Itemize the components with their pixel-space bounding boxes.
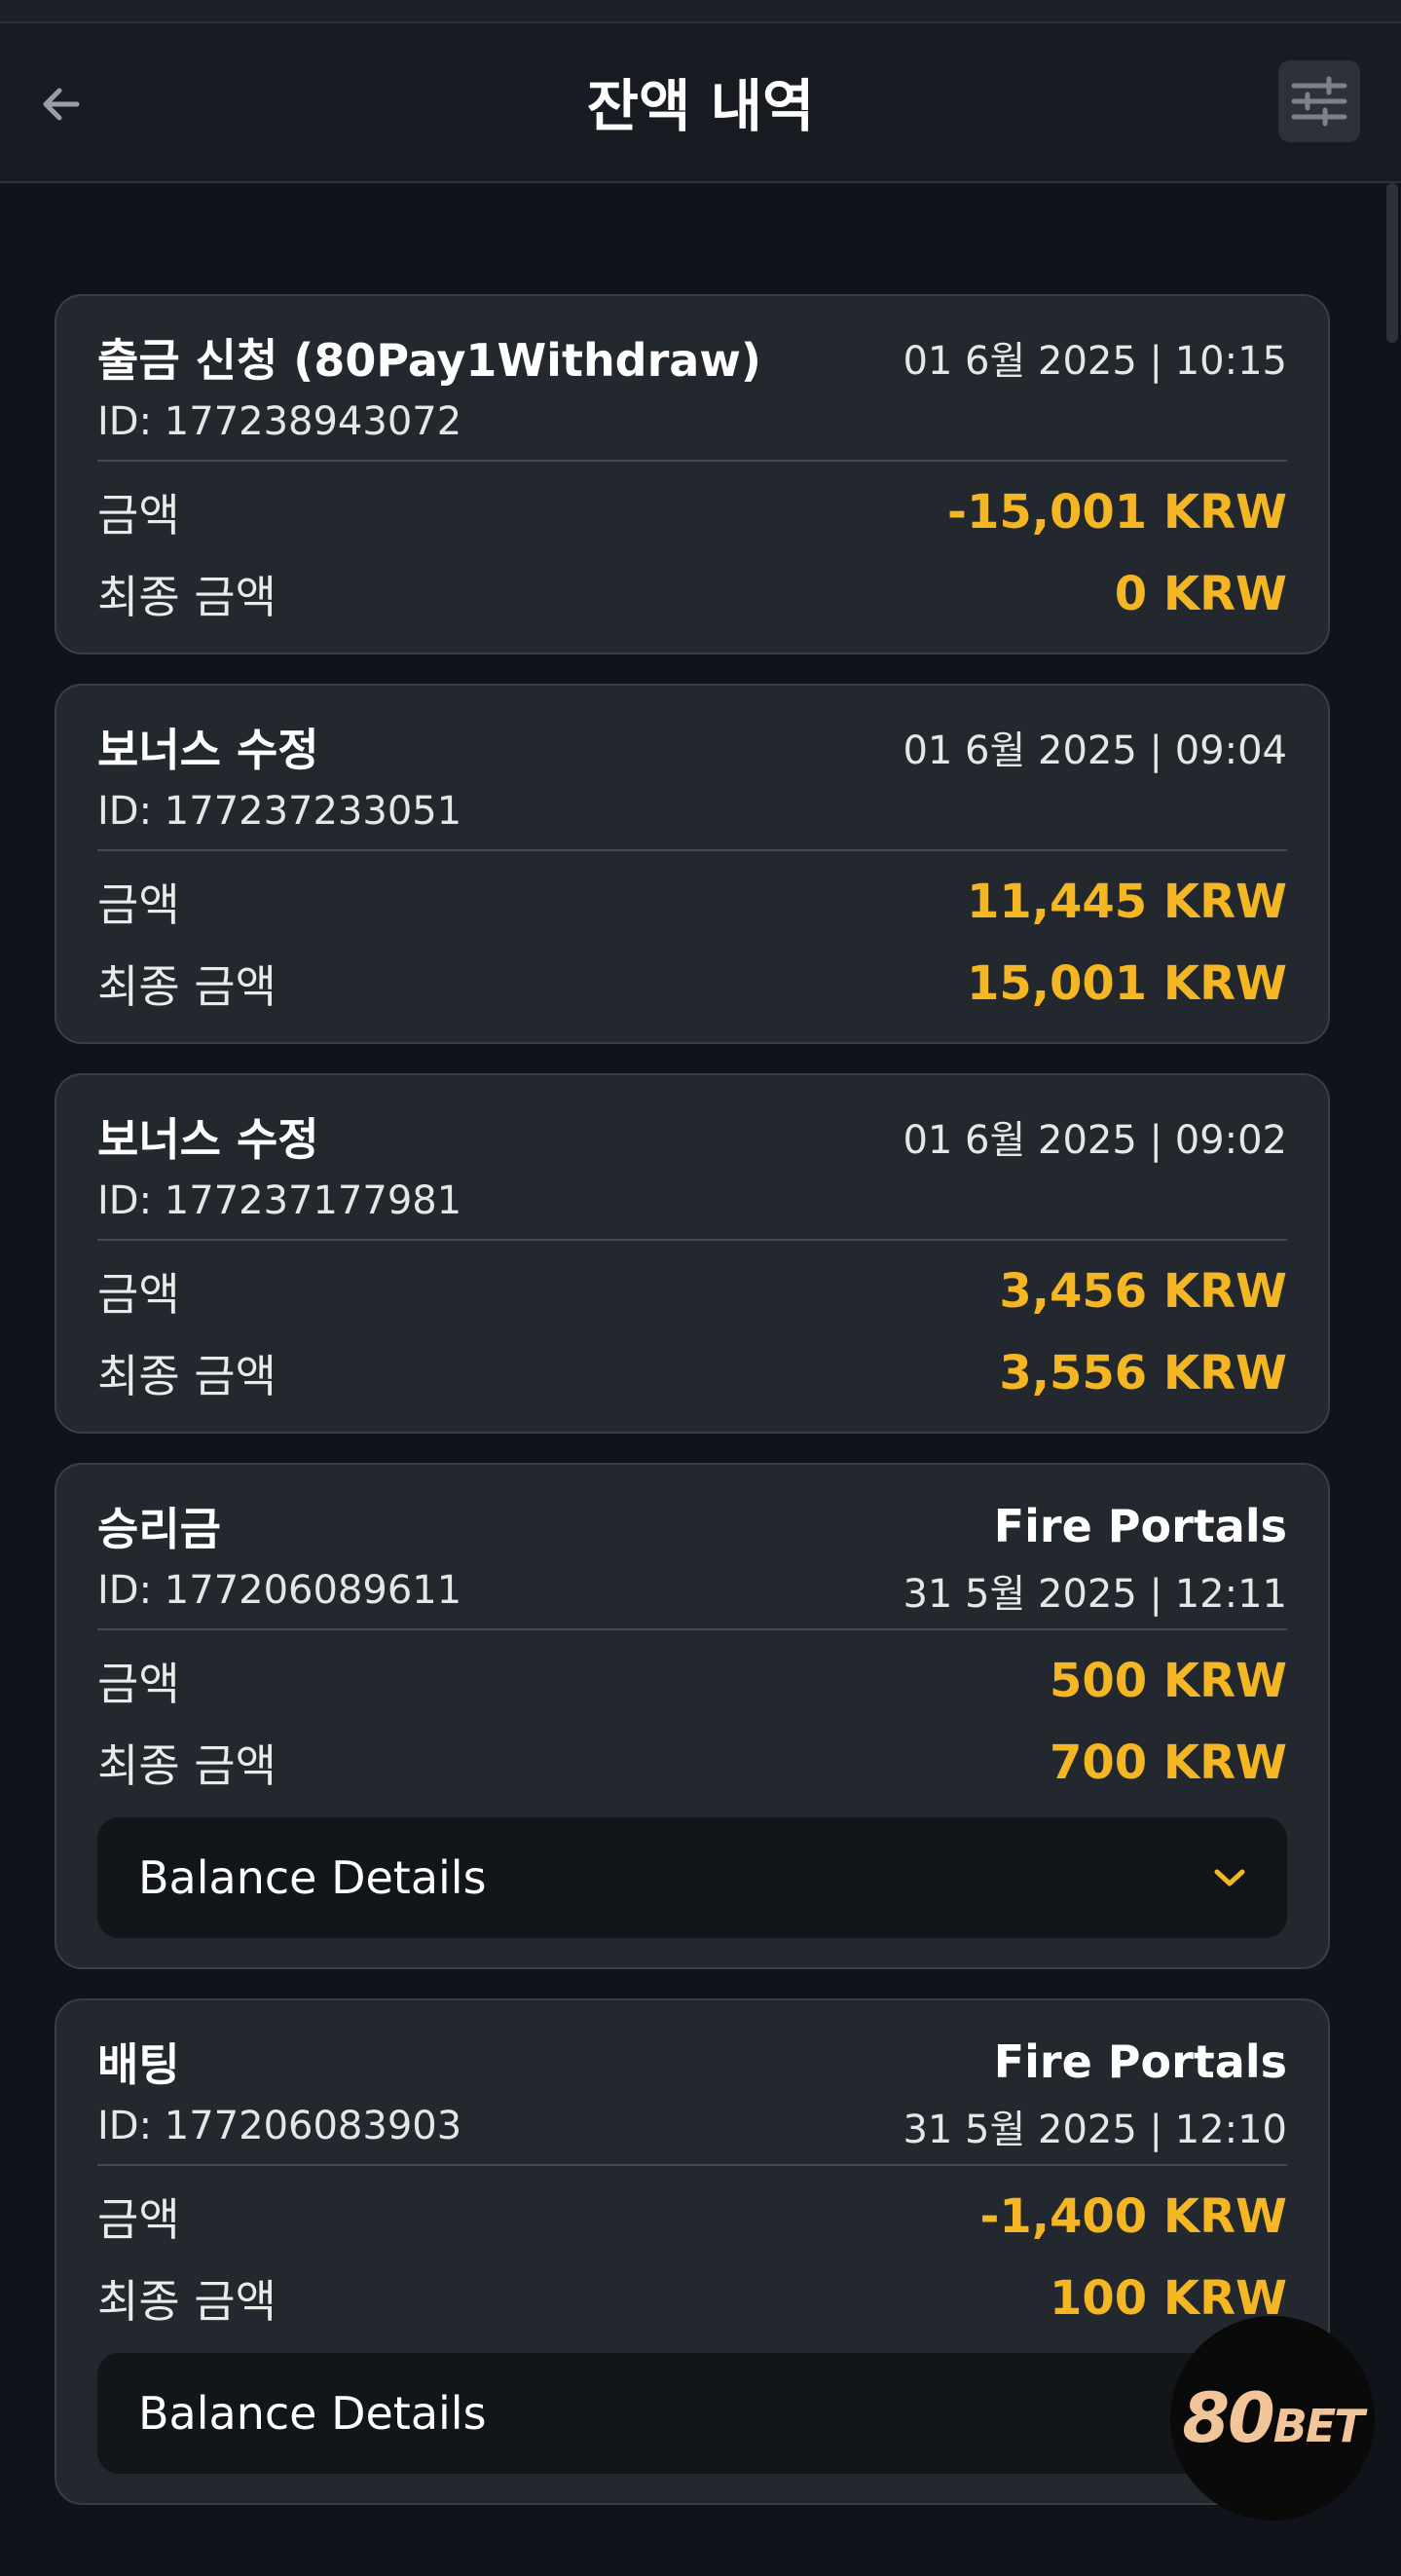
80bet-logo-badge[interactable]: 80BET: [1170, 2316, 1375, 2520]
status-bar-strip: [0, 0, 1401, 23]
final-amount-label: 최종 금액: [97, 571, 277, 623]
balance-details-label: Balance Details: [138, 1851, 487, 1904]
amount-label: 금액: [97, 878, 180, 931]
transaction-card: 보너스 수정 01 6월 2025 | 09:04 ID: 1772372330…: [55, 684, 1330, 1044]
transaction-title: 보너스 수정: [97, 1113, 319, 1166]
transaction-card: 배팅 Fire Portals ID: 177206083903 31 5월 2…: [55, 1998, 1330, 2505]
transaction-datetime: 01 6월 2025 | 09:04: [903, 728, 1287, 773]
final-amount-value: 700 KRW: [1049, 1736, 1287, 1790]
transaction-datetime: 31 5월 2025 | 12:11: [903, 1572, 1287, 1617]
transaction-datetime: 01 6월 2025 | 09:02: [903, 1118, 1287, 1163]
balance-details-toggle[interactable]: Balance Details: [97, 2353, 1287, 2474]
amount-value: 11,445 KRW: [966, 875, 1287, 929]
transaction-title: 배팅: [97, 2038, 180, 2091]
final-amount-label: 최종 금액: [97, 1350, 277, 1402]
transaction-id: ID: 177238943072: [97, 399, 462, 444]
amount-label: 금액: [97, 2193, 180, 2246]
game-name: Fire Portals: [993, 2035, 1287, 2088]
transaction-card: 승리금 Fire Portals ID: 177206089611 31 5월 …: [55, 1463, 1330, 1969]
final-amount-label: 최종 금액: [97, 2275, 277, 2328]
transaction-list: 출금 신청 (80Pay1Withdraw) 01 6월 2025 | 10:1…: [55, 294, 1330, 2534]
chevron-down-icon: [1214, 1869, 1245, 1886]
transaction-title: 출금 신청 (80Pay1Withdraw): [97, 334, 761, 387]
transaction-id: ID: 177206089611: [97, 1568, 462, 1613]
transaction-datetime: 01 6월 2025 | 10:15: [903, 339, 1287, 384]
amount-value: 3,456 KRW: [999, 1264, 1287, 1319]
amount-label: 금액: [97, 1658, 180, 1710]
transaction-title: 승리금: [97, 1503, 221, 1555]
amount-value: -1,400 KRW: [979, 2189, 1287, 2244]
scrollbar[interactable]: [1386, 183, 1398, 343]
transaction-id: ID: 177237177981: [97, 1178, 462, 1223]
sliders-icon: [1291, 76, 1347, 127]
final-amount-label: 최종 금액: [97, 960, 277, 1013]
balance-details-label: Balance Details: [138, 2387, 487, 2440]
transaction-id: ID: 177237233051: [97, 789, 462, 834]
transaction-title: 보너스 수정: [97, 724, 319, 776]
final-amount-value: 0 KRW: [1114, 567, 1287, 621]
transaction-card: 보너스 수정 01 6월 2025 | 09:02 ID: 1772371779…: [55, 1073, 1330, 1434]
transaction-card: 출금 신청 (80Pay1Withdraw) 01 6월 2025 | 10:1…: [55, 294, 1330, 654]
amount-value: -15,001 KRW: [947, 485, 1287, 540]
game-name: Fire Portals: [993, 1500, 1287, 1552]
balance-details-toggle[interactable]: Balance Details: [97, 1817, 1287, 1938]
amount-label: 금액: [97, 489, 180, 541]
amount-value: 500 KRW: [1049, 1654, 1287, 1708]
amount-label: 금액: [97, 1268, 180, 1321]
final-amount-value: 3,556 KRW: [999, 1346, 1287, 1400]
final-amount-label: 최종 금액: [97, 1739, 277, 1792]
final-amount-value: 15,001 KRW: [966, 956, 1287, 1011]
filter-button[interactable]: [1278, 60, 1360, 142]
transaction-id: ID: 177206083903: [97, 2104, 462, 2148]
page-title: 잔액 내역: [586, 73, 815, 139]
logo-text: 80BET: [1182, 2378, 1364, 2458]
transaction-datetime: 31 5월 2025 | 12:10: [903, 2108, 1287, 2152]
app-header: 잔액 내역: [0, 23, 1401, 183]
